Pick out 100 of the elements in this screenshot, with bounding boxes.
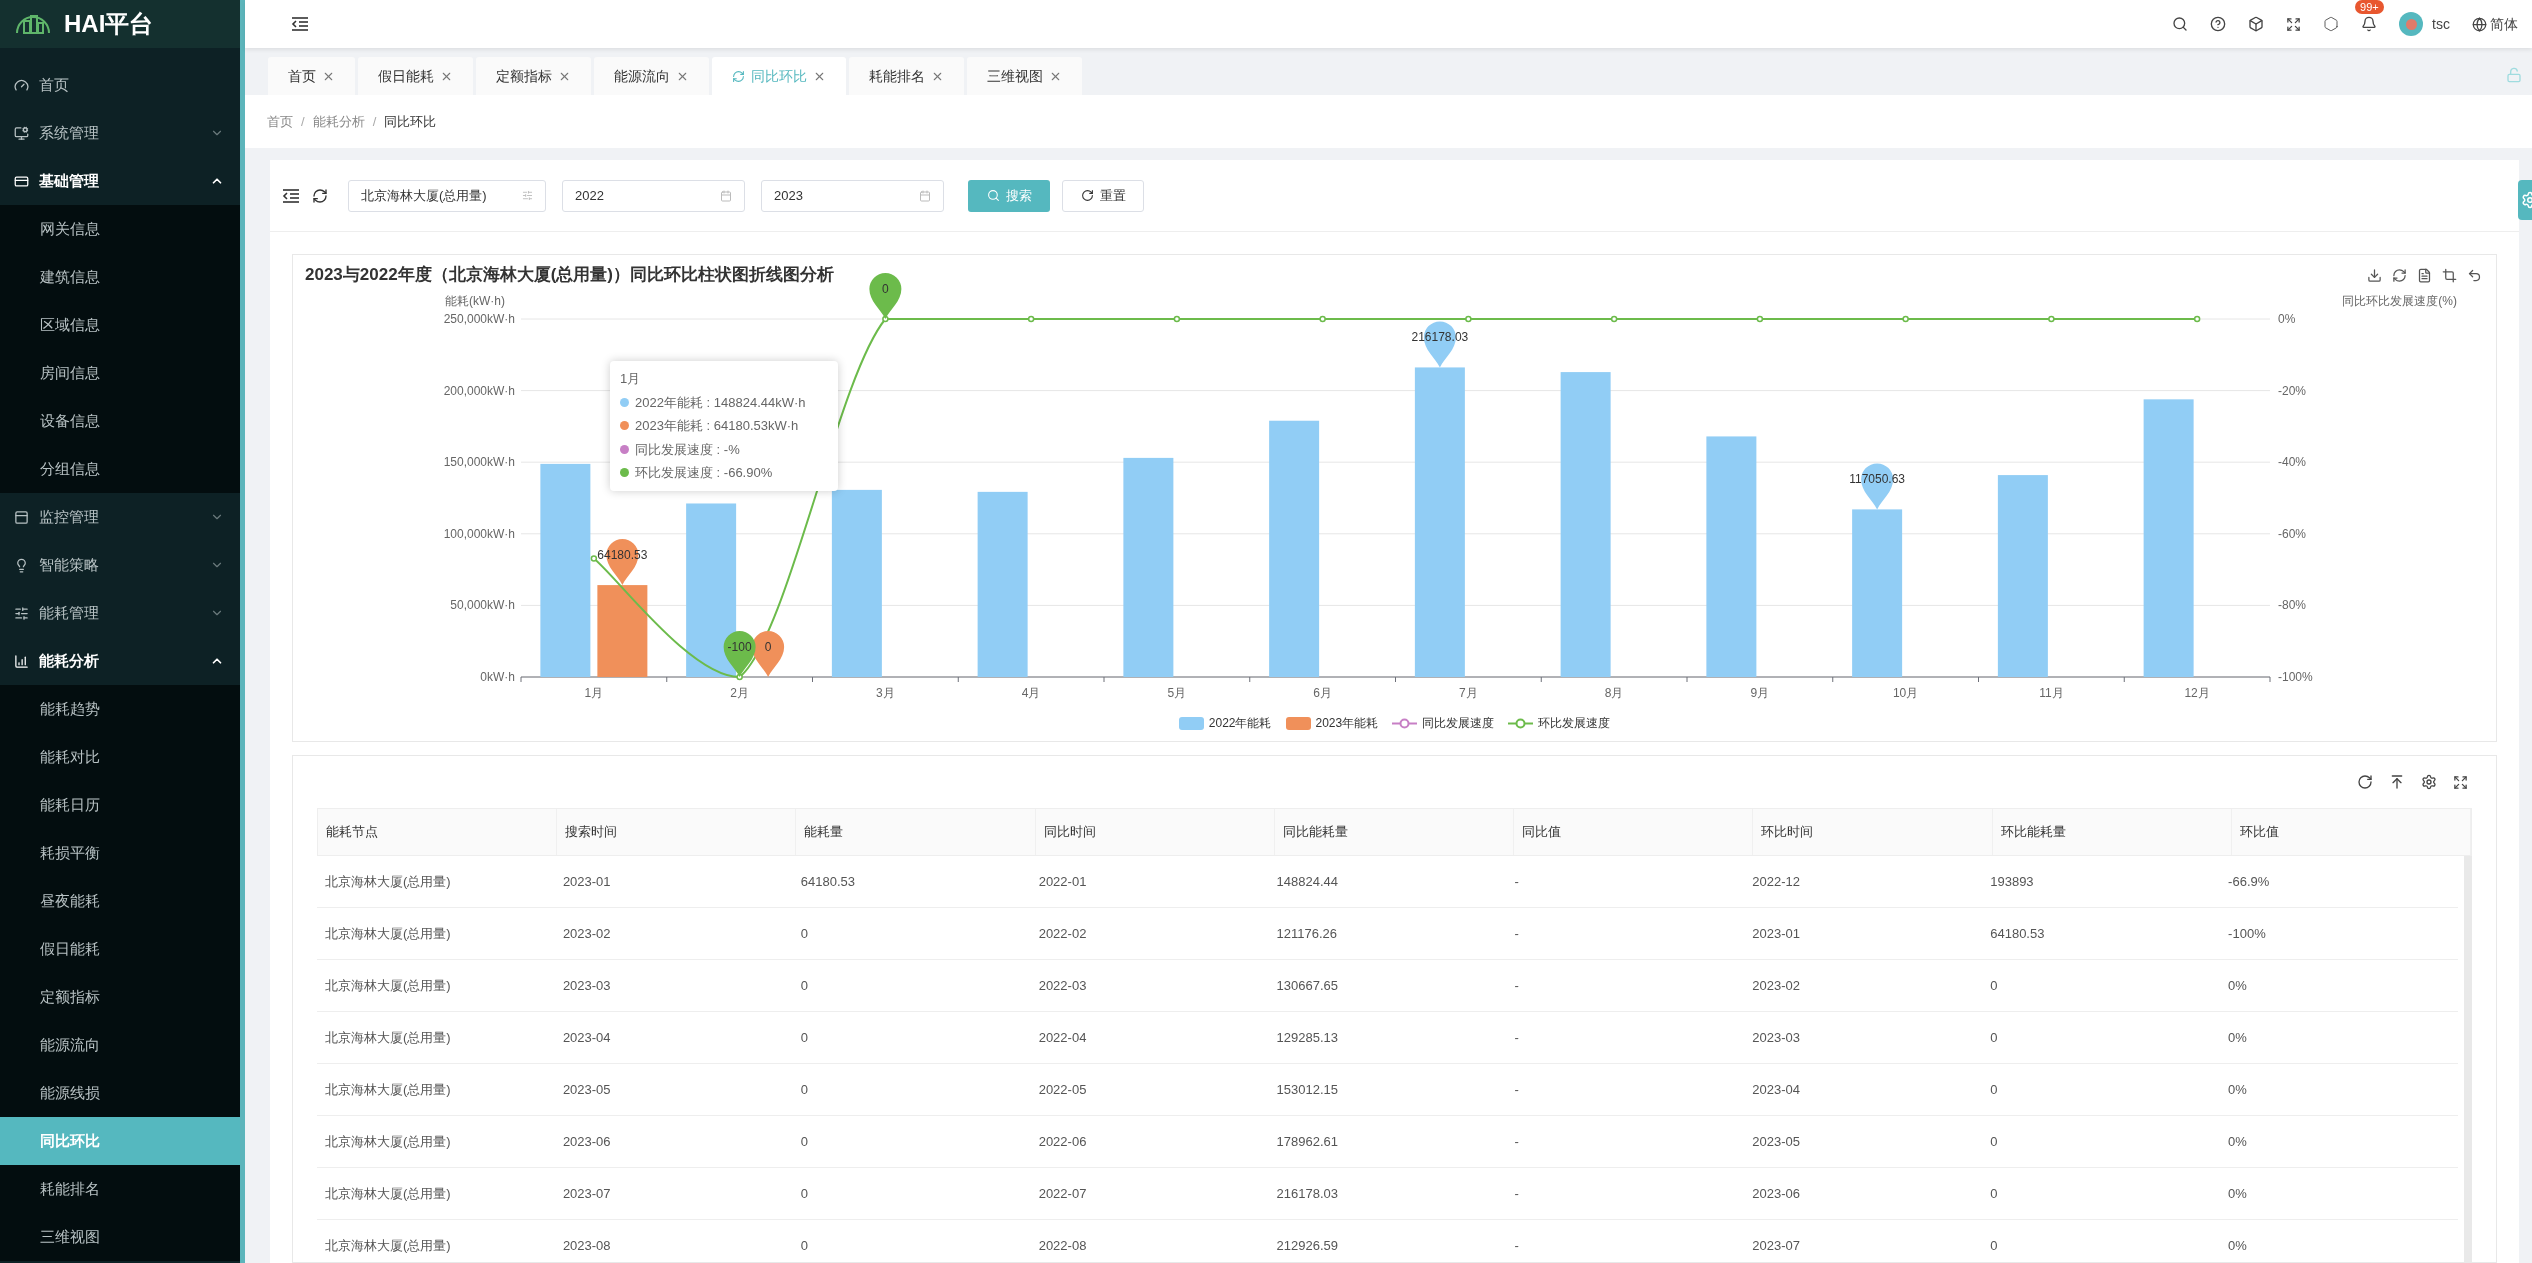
axis-tick-label: 10月	[1892, 686, 1919, 700]
table-cell-text: 2022-04	[1037, 1028, 1088, 1047]
notification-badge: 99+	[2355, 0, 2384, 14]
table-cell-text: 2023-07	[561, 1184, 612, 1203]
table-cell-text: 0	[799, 1028, 809, 1047]
table-cell-text: -66.9%	[2227, 872, 2271, 891]
axis-tick-label: 8月	[1604, 686, 1624, 700]
table-cell-text: 北京海林大厦(总用量)	[324, 1184, 452, 1203]
table-cell-text: 北京海林大厦(总用量)	[324, 976, 452, 995]
table-cell-text: 0%	[2227, 1080, 2248, 1099]
axis-tick-label: -60%	[2278, 526, 2306, 541]
axis-tick-label: 100,000kW·h	[443, 526, 515, 541]
table-cell-text: 2023-03	[561, 976, 612, 995]
axis-tick-label: 0kW·h	[480, 670, 515, 684]
axis-tick-label: 0%	[2278, 312, 2296, 326]
axis-tick-label: 250,000kW·h	[443, 312, 515, 326]
table-cell-text: 64180.53	[799, 872, 856, 891]
axis-tick-label: -100%	[2278, 670, 2313, 684]
table-cell-text: -	[1513, 872, 1520, 891]
axis-tick-label: 200,000kW·h	[443, 383, 515, 398]
axis-tick-label: 12月	[2184, 686, 2210, 700]
column-header: 能耗量	[796, 809, 1036, 855]
table-cell-text: 2023-05	[561, 1080, 612, 1099]
table-cell-text: 0	[1989, 1236, 1999, 1255]
table-cell-text: 0	[1989, 1132, 1999, 1151]
breadcrumb-item: 同比环比	[384, 112, 437, 131]
table-cell-text: -	[1513, 1236, 1520, 1255]
axis-tick-label: 1月	[584, 686, 604, 700]
table-cell-text: 129285.13	[1275, 1028, 1339, 1047]
table-cell-text: 北京海林大厦(总用量)	[324, 1132, 452, 1151]
table-cell-text: 148824.44	[1275, 872, 1339, 891]
column-header: 环比时间	[1753, 809, 1993, 855]
table-cell-text: 0%	[2227, 1236, 2248, 1255]
column-header: 能耗节点	[318, 809, 558, 855]
table-cell-text: 2022-07	[1037, 1184, 1088, 1203]
table-cell-text: 0	[799, 976, 809, 995]
table-cell-text: 北京海林大厦(总用量)	[324, 1236, 452, 1255]
axis-tick-label: 150,000kW·h	[443, 455, 515, 470]
axis-tick-label: -40%	[2278, 455, 2306, 470]
table-cell-text: 2023-06	[1751, 1184, 1802, 1203]
axis-title: 能耗(kW·h)	[445, 294, 505, 308]
tooltip-text: 环比发展速度 : -66.90%	[635, 464, 773, 482]
table-cell-text: 2023-01	[561, 872, 612, 891]
marker-label: -100	[727, 640, 752, 654]
table-cell-text: -100%	[2227, 924, 2267, 943]
tooltip-text: 同比发展速度 : -%	[635, 440, 740, 459]
table-cell-text: 0	[799, 1080, 809, 1099]
table-cell-text: 0%	[2227, 1028, 2248, 1047]
table-cell-text: -	[1513, 976, 1520, 995]
breadcrumb-separator: /	[372, 112, 377, 131]
table-cell-text: 0	[799, 1132, 809, 1151]
table-cell-text: 121176.26	[1275, 924, 1339, 943]
tooltip-title: 1月	[620, 370, 642, 388]
table-cell-text: 0	[799, 1236, 809, 1255]
table-cell-text: 2023-07	[1751, 1236, 1802, 1255]
axis-tick-label: 7月	[1459, 686, 1478, 700]
axis-tick-label: 2月	[730, 686, 749, 700]
axis-tick-label: 4月	[1021, 686, 1041, 700]
table-cell-text: 2023-03	[1751, 1028, 1802, 1047]
table-cell-text: 2023-04	[1751, 1080, 1802, 1099]
table-cell-text: 0%	[2227, 1184, 2248, 1203]
axis-tick-label: 9月	[1750, 686, 1770, 700]
table-cell-text: 0	[1989, 1080, 1999, 1099]
tooltip-text: 2022年能耗 : 148824.44kW·h	[635, 393, 806, 412]
table-cell-text: 2023-06	[561, 1132, 612, 1151]
table-cell-text: 2022-01	[1037, 872, 1088, 891]
table-cell-text: 2023-02	[561, 924, 612, 943]
axis-title: 同比环比发展速度(%)	[2342, 294, 2457, 308]
table-cell-text: -	[1513, 1080, 1520, 1099]
app-title: HAI平台	[64, 9, 154, 39]
axis-tick-label: 5月	[1167, 686, 1187, 700]
column-header: 环比能耗量	[1992, 809, 2232, 855]
table-cell-text: 0%	[2227, 1132, 2248, 1151]
table-cell-text: 北京海林大厦(总用量)	[324, 1028, 452, 1047]
table-cell-text: 北京海林大厦(总用量)	[324, 1080, 452, 1099]
marker-label: 0	[764, 640, 772, 654]
table-cell-text: 2023-04	[561, 1028, 612, 1047]
table-cell-text: 北京海林大厦(总用量)	[324, 924, 452, 943]
table-cell-text: 0	[1989, 1184, 1999, 1203]
column-header: 同比时间	[1035, 809, 1275, 855]
table-cell-text: 0	[1989, 1028, 1999, 1047]
table-cell-text: 2023-08	[561, 1236, 612, 1255]
table-cell-text: 2022-05	[1037, 1080, 1088, 1099]
axis-tick-label: 50,000kW·h	[450, 598, 515, 613]
table-cell-text: 0	[1989, 976, 1999, 995]
table-cell-text: 0	[799, 924, 809, 943]
axis-tick-label: 3月	[876, 686, 895, 700]
table-cell-text: 212926.59	[1275, 1236, 1339, 1255]
table-cell-text: 130667.65	[1275, 976, 1339, 995]
table-cell-text: 0%	[2227, 976, 2248, 995]
table-cell-text: 2022-03	[1037, 976, 1088, 995]
table-cell-text: -	[1513, 1028, 1520, 1047]
table-cell-text: -	[1513, 1132, 1520, 1151]
table-cell-text: -	[1513, 1184, 1520, 1203]
chart-title: 2023与2022年度（北京海林大厦(总用量)）同比环比柱状图折线图分析	[305, 264, 834, 287]
table-cell-text: 2023-05	[1751, 1132, 1802, 1151]
column-header: 同比能耗量	[1274, 809, 1515, 855]
table-cell-text: -	[1513, 924, 1520, 943]
table-cell-text: 2022-08	[1037, 1236, 1088, 1255]
axis-tick-label: -80%	[2278, 598, 2306, 613]
